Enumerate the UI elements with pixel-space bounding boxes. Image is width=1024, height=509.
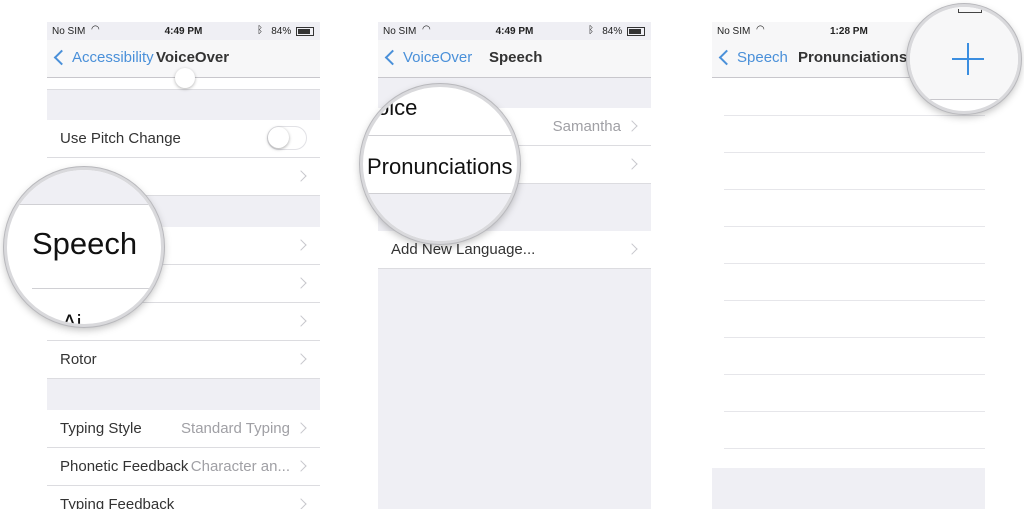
battery-percent: 84%	[271, 26, 292, 37]
back-button[interactable]: VoiceOver	[384, 49, 472, 66]
typing-style-value: Standard Typing	[181, 420, 290, 437]
list-item	[724, 152, 985, 190]
page-title: Pronunciations	[798, 49, 908, 66]
list-item	[724, 337, 985, 375]
chevron-right-icon	[295, 353, 307, 365]
bluetooth-icon: ᛒ	[588, 25, 594, 36]
chevron-right-icon	[295, 460, 307, 472]
list-item	[724, 300, 985, 338]
phonetic-feedback-value: Character an...	[190, 458, 290, 475]
magnifier-speech: Speech Ai	[4, 167, 164, 327]
chevron-right-icon	[626, 243, 638, 255]
chevron-right-icon	[295, 277, 307, 289]
chevron-left-icon	[718, 49, 735, 66]
battery-indicator: 84%	[271, 26, 314, 37]
typing-style-label: Typing Style	[60, 420, 142, 437]
back-label: Speech	[737, 49, 788, 66]
phonetic-feedback-label: Phonetic Feedback	[60, 458, 189, 475]
magnifier-add-button[interactable]	[907, 4, 1021, 114]
bluetooth-icon: ᛒ	[257, 25, 263, 36]
chevron-right-icon	[295, 170, 307, 182]
pitch-change-label: Use Pitch Change	[60, 130, 181, 147]
chevron-left-icon	[384, 49, 401, 66]
battery-percent: 84%	[602, 26, 623, 37]
chevron-right-icon	[295, 422, 307, 434]
chevron-left-icon	[53, 49, 70, 66]
magnified-partial-label: Ai	[62, 310, 82, 327]
list-item	[724, 115, 985, 153]
chevron-right-icon	[295, 498, 307, 509]
typing-style-row[interactable]: Typing Style Standard Typing	[47, 410, 320, 448]
phonetic-feedback-row[interactable]: Phonetic Feedback Character an...	[47, 448, 320, 486]
voice-value: Samantha	[552, 118, 621, 135]
magnifier-pronunciations: oice Pronunciations	[360, 84, 520, 244]
list-item	[47, 68, 320, 90]
pitch-change-toggle[interactable]	[267, 126, 307, 150]
magnified-speech-label: Speech	[32, 226, 138, 261]
chevron-right-icon	[295, 315, 307, 327]
list-item	[724, 263, 985, 301]
nav-bar: VoiceOver Speech	[378, 40, 651, 78]
battery-indicator: 84%	[602, 26, 645, 37]
back-button[interactable]: Speech	[718, 49, 788, 66]
page-title: VoiceOver	[156, 49, 230, 66]
back-label: Accessibility	[72, 49, 154, 66]
magnified-voice-label: oice	[377, 95, 418, 120]
status-bar: No SIM ◠ 4:49 PM ᛒ 84%	[47, 22, 320, 40]
battery-icon-partial	[958, 9, 982, 13]
chevron-right-icon	[626, 120, 638, 132]
status-bar: No SIM ◠ 4:49 PM ᛒ 84%	[378, 22, 651, 40]
battery-icon	[296, 26, 314, 36]
plus-icon[interactable]	[952, 43, 984, 75]
pronunciations-list	[712, 78, 985, 468]
list-item	[724, 189, 985, 227]
wifi-icon: ◠	[756, 24, 765, 35]
chevron-right-icon	[626, 158, 638, 170]
back-label: VoiceOver	[403, 49, 473, 66]
list-item	[724, 226, 985, 264]
chevron-right-icon	[295, 239, 307, 251]
add-language-label: Add New Language...	[391, 241, 536, 258]
toggle-knob-partial	[175, 68, 195, 88]
list-item	[724, 374, 985, 412]
magnified-pronunciations-label: Pronunciations	[367, 154, 513, 179]
typing-feedback-label: Typing Feedback	[60, 496, 175, 509]
battery-icon	[627, 26, 645, 36]
pitch-change-row[interactable]: Use Pitch Change	[47, 120, 320, 158]
rotor-label: Rotor	[60, 351, 97, 368]
status-time: 1:28 PM	[830, 26, 868, 37]
list-item	[724, 411, 985, 449]
back-button[interactable]: Accessibility	[53, 49, 154, 66]
typing-feedback-row[interactable]: Typing Feedback	[47, 486, 320, 509]
carrier-label: No SIM	[717, 26, 751, 37]
page-title: Speech	[489, 49, 543, 66]
rotor-row[interactable]: Rotor	[47, 341, 320, 379]
